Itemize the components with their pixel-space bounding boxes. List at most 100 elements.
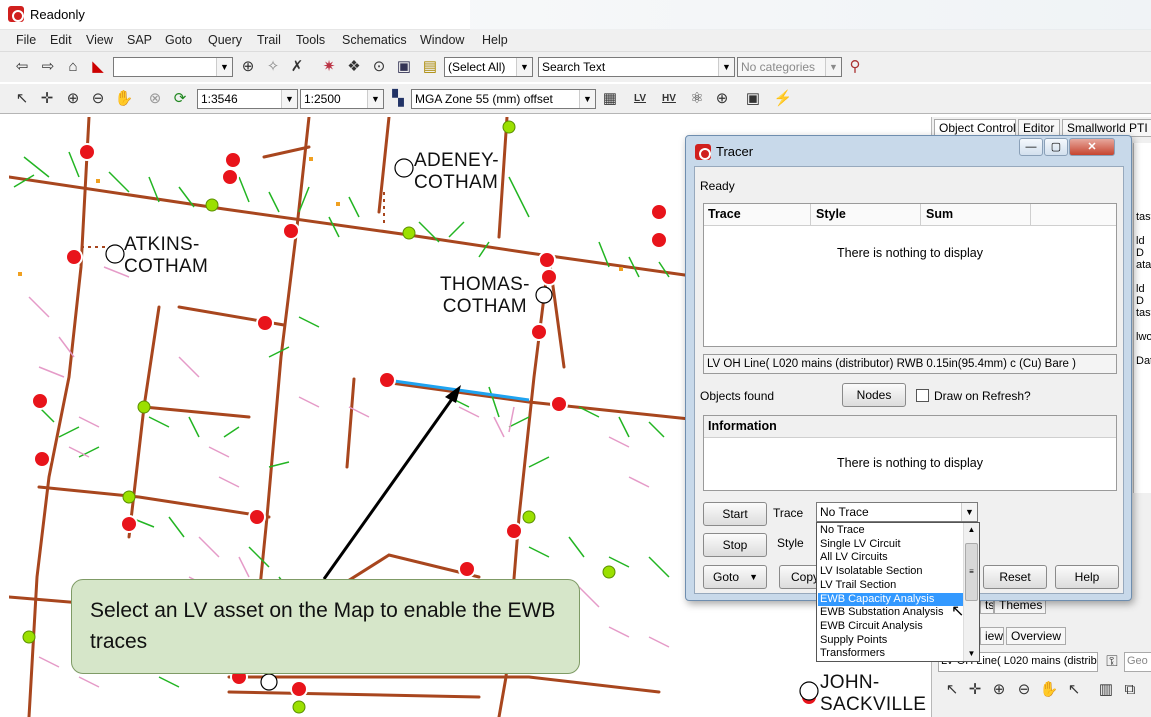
main-toolbar: ⇦ ⇨ ⌂ ◣ ▼ ⊕ ✧ ✗ ✷ ❖ ⊙ ▣ ▤ (Select All) ▼ … (0, 52, 1151, 82)
information-panel: Information There is nothing to display (703, 415, 1117, 491)
trace-type-dropdown-list[interactable]: No Trace Single LV Circuit All LV Circui… (816, 522, 980, 662)
menu-file[interactable]: File (16, 33, 36, 47)
tab-overview[interactable]: Overview (1006, 627, 1066, 645)
crosshair-icon[interactable]: ✛ (965, 680, 985, 700)
close-button[interactable]: ✕ (1069, 138, 1115, 156)
style-label: Style (777, 536, 804, 550)
zoom-out-icon[interactable]: ⊖ (1014, 680, 1034, 700)
geo-field[interactable]: Geo (1124, 652, 1151, 672)
trace-option[interactable]: EWB Circuit Analysis (818, 620, 964, 634)
trace-option[interactable]: LV Isolatable Section (818, 565, 964, 579)
inspect-icon[interactable]: ⊙ (369, 57, 389, 77)
layers-icon[interactable]: ▤ (420, 57, 440, 77)
copy-icon[interactable]: ⧉ (1120, 680, 1140, 700)
pointer-icon[interactable]: ↖ (1064, 680, 1084, 700)
nodes-button[interactable]: Nodes (842, 383, 906, 407)
trace-option[interactable]: No Trace (818, 524, 964, 538)
back-arrow-icon[interactable]: ⇦ (12, 57, 32, 77)
copy-button[interactable]: Copy (779, 565, 819, 589)
refresh-icon[interactable]: ⟳ (170, 89, 190, 109)
reset-button[interactable]: Reset (983, 565, 1047, 589)
query-tool-icon[interactable]: ❖ (344, 57, 364, 77)
goto-button[interactable]: Goto ▼ (703, 565, 767, 589)
menu-tools[interactable]: Tools (296, 33, 325, 47)
trace-table[interactable]: Trace Style Sum There is nothing to disp… (703, 203, 1117, 347)
zoom-find-icon[interactable]: ⊕ (238, 57, 258, 77)
bookmark-icon[interactable]: ◣ (88, 57, 108, 77)
pan-hand-icon[interactable]: ✋ (114, 89, 134, 109)
pan-hand-icon[interactable]: ✋ (1039, 680, 1059, 700)
zoom-in-icon[interactable]: ⊕ (989, 680, 1009, 700)
deselect-icon[interactable]: ✗ (287, 57, 307, 77)
categories-select[interactable]: No categories ▼ (737, 57, 842, 77)
menu-window[interactable]: Window (420, 33, 464, 47)
help-button[interactable]: Help (1055, 565, 1119, 589)
menu-edit[interactable]: Edit (50, 33, 72, 47)
trace-option-selected[interactable]: EWB Capacity Analysis (818, 592, 964, 607)
find-icon[interactable]: ⊕ (712, 89, 732, 109)
network-icon[interactable]: ⚛ (687, 89, 707, 109)
menu-view[interactable]: View (86, 33, 113, 47)
minimize-button[interactable]: — (1019, 138, 1043, 156)
hv-toggle-icon[interactable]: HV (659, 89, 679, 109)
scroll-thumb[interactable]: ≡ (965, 543, 978, 601)
col-sum[interactable]: Sum (926, 207, 953, 221)
scroll-down-icon[interactable]: ▼ (964, 647, 979, 661)
select-pointer-icon[interactable]: ↖ (12, 89, 32, 109)
selection-scope-select[interactable]: (Select All) ▼ (444, 57, 533, 77)
scroll-up-icon[interactable]: ▲ (964, 523, 979, 537)
menu-query[interactable]: Query (208, 33, 242, 47)
menu-schematics[interactable]: Schematics (342, 33, 407, 47)
pick-icon[interactable]: ✧ (263, 57, 283, 77)
stop-redraw-icon[interactable]: ⊗ (145, 89, 165, 109)
side-list: tastc ld D atas ld D tastc lwo Dat (1133, 143, 1151, 493)
side-item: ld D (1136, 283, 1145, 307)
object-icon[interactable]: ⚿ (1102, 652, 1122, 672)
trace-type-select[interactable]: No Trace ▼ (816, 502, 978, 522)
dropdown-scrollbar[interactable]: ▲ ≡ ▼ (963, 523, 979, 661)
tracer-tool-icon[interactable]: ⚡ (773, 89, 793, 109)
print-icon[interactable]: ▣ (394, 57, 414, 77)
forward-arrow-icon[interactable]: ⇨ (38, 57, 58, 77)
projection-select[interactable]: MGA Zone 55 (mm) offset ▼ (411, 89, 596, 109)
home-icon[interactable]: ⌂ (63, 57, 83, 77)
map-toolbar: ↖ ✛ ⊕ ⊖ ✋ ⊗ ⟳ 1:3546 ▼ 1:2500 ▼ ▚ MGA Zone… (0, 84, 1151, 114)
background-window-blur (470, 0, 1151, 30)
trace-tool-icon[interactable]: ✷ (319, 57, 339, 77)
scale-select-1[interactable]: 1:3546 ▼ (197, 89, 298, 109)
col-trace[interactable]: Trace (708, 207, 741, 221)
search-text-input[interactable]: Search Text ▼ (538, 57, 735, 77)
trace-label: Trace (773, 506, 804, 520)
snapshot-icon[interactable]: ▣ (743, 89, 763, 109)
trace-option[interactable]: Supply Points (818, 634, 964, 648)
maximize-button[interactable]: ▢ (1044, 138, 1068, 156)
crosshair-icon[interactable]: ✛ (37, 89, 57, 109)
zoom-out-icon[interactable]: ⊖ (88, 89, 108, 109)
menu-help[interactable]: Help (482, 33, 508, 47)
lv-toggle-icon[interactable]: LV (630, 89, 650, 109)
information-empty: There is nothing to display (837, 456, 983, 470)
title-bar: Readonly (0, 0, 1151, 30)
tab-view[interactable]: iew (980, 627, 1004, 645)
chart-icon[interactable]: ▥ (1096, 680, 1116, 700)
stop-button[interactable]: Stop (703, 533, 767, 557)
trace-option[interactable]: LV Trail Section (818, 579, 964, 593)
select-pointer-icon[interactable]: ↖ (942, 680, 962, 700)
search-go-icon[interactable]: ⚲ (845, 57, 865, 77)
zoom-in-icon[interactable]: ⊕ (63, 89, 83, 109)
draw-on-refresh-checkbox[interactable] (916, 389, 929, 402)
location-combo[interactable]: ▼ (113, 57, 233, 77)
trace-option[interactable]: All LV Circuits (818, 551, 964, 565)
trace-option[interactable]: Single LV Circuit (818, 538, 964, 552)
menu-sap[interactable]: SAP (127, 33, 152, 47)
start-button[interactable]: Start (703, 502, 767, 526)
trace-option[interactable]: EWB Substation Analysis (818, 606, 964, 620)
menu-trail[interactable]: Trail (257, 33, 281, 47)
window-title: Readonly (30, 7, 85, 22)
col-style[interactable]: Style (816, 207, 846, 221)
trace-table-empty: There is nothing to display (837, 246, 983, 260)
scale-select-2[interactable]: 1:2500 ▼ (300, 89, 384, 109)
map-settings-icon[interactable]: ▦ (600, 89, 620, 109)
trace-option[interactable]: Transformers (818, 647, 964, 661)
menu-goto[interactable]: Goto (165, 33, 192, 47)
